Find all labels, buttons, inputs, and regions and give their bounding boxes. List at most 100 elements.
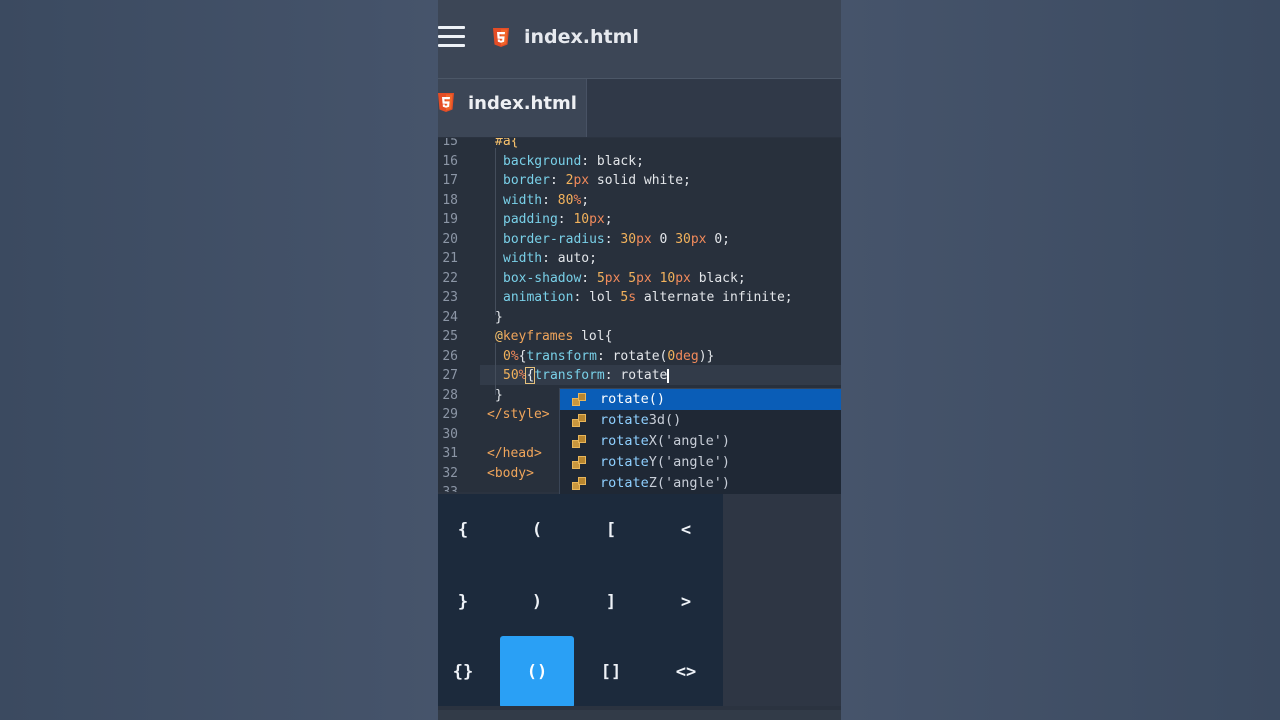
- code-token: deg: [675, 348, 699, 364]
- code-token: padding: [503, 212, 558, 227]
- code-line: 26 0%{transform: rotate(0deg)}: [438, 347, 841, 367]
- code-token: solid white;: [589, 173, 691, 188]
- autocomplete-match: rotate: [600, 412, 649, 428]
- code-token: 30: [675, 231, 691, 247]
- code-token: #a{: [495, 138, 519, 149]
- key-greater-than[interactable]: >: [649, 566, 723, 638]
- code-text: <body>: [487, 464, 534, 484]
- code-text: }: [495, 386, 503, 406]
- autocomplete-rest: Z('angle'): [648, 475, 731, 491]
- code-token: 0;: [706, 231, 730, 247]
- key-brackets-pair[interactable]: []: [574, 636, 648, 708]
- code-token: width: [503, 251, 543, 266]
- code-token: px: [690, 231, 707, 247]
- autocomplete-item[interactable]: rotateX('angle'): [560, 431, 841, 452]
- code-text: width: auto;: [503, 249, 597, 269]
- key-close-bracket[interactable]: ]: [574, 566, 648, 638]
- code-token: px: [636, 231, 652, 247]
- autocomplete-item[interactable]: rotateY('angle'): [560, 452, 841, 473]
- tab-index-html[interactable]: index.html: [438, 79, 587, 137]
- code-text: #a{: [495, 138, 518, 152]
- code-token: 30: [620, 231, 637, 247]
- key-close-paren[interactable]: ): [500, 566, 574, 638]
- code-token: 80: [557, 192, 574, 208]
- key-braces-pair[interactable]: {}: [438, 636, 500, 708]
- code-line: 20 border-radius: 30px 0 30px 0;: [438, 230, 841, 250]
- background-right: [841, 0, 1280, 720]
- code-token: black;: [690, 270, 746, 286]
- line-number: 16: [442, 153, 458, 169]
- key-open-bracket[interactable]: [: [574, 494, 648, 566]
- key-parens-pair[interactable]: (): [500, 636, 574, 708]
- line-number: 22: [442, 270, 458, 286]
- phone-screen: index.html index.html 15 #a{16 background:…: [438, 0, 841, 720]
- autocomplete-match: rotate: [600, 475, 649, 491]
- autocomplete-match: rotate: [600, 391, 649, 407]
- line-number: 29: [442, 407, 458, 422]
- code-token: :: [581, 270, 597, 286]
- code-token: <body>: [487, 465, 534, 481]
- line-number: 25: [442, 329, 458, 344]
- autocomplete-rest: X('angle'): [648, 433, 731, 449]
- key-angles-pair[interactable]: <>: [649, 636, 723, 708]
- tab-bar: index.html: [438, 79, 841, 137]
- code-token: keyframes: [502, 329, 574, 344]
- code-token: alternate infinite;: [636, 290, 793, 305]
- menu-icon[interactable]: [438, 26, 465, 48]
- autocomplete-match: rotate: [600, 433, 649, 449]
- key-less-than[interactable]: <: [649, 494, 723, 566]
- key-open-brace[interactable]: {: [438, 494, 500, 566]
- key-close-brace[interactable]: }: [438, 566, 500, 638]
- line-number: 19: [442, 212, 458, 227]
- autocomplete-label: rotate3d(): [600, 411, 681, 430]
- code-text: 50%{transform: rotate: [503, 366, 670, 386]
- code-token: : black;: [581, 153, 644, 169]
- code-token: :: [604, 231, 621, 247]
- autocomplete-item[interactable]: rotate3d(): [560, 410, 841, 431]
- autocomplete-item[interactable]: rotateZ('angle'): [560, 473, 841, 494]
- code-token: px: [636, 270, 652, 286]
- code-text: }: [495, 308, 503, 328]
- code-token: 5: [628, 270, 637, 286]
- code-token: lol{: [573, 329, 613, 344]
- code-token: px: [573, 173, 590, 188]
- code-line: 24}: [438, 308, 841, 328]
- code-line: 17 border: 2px solid white;: [438, 171, 841, 191]
- code-line: 21 width: auto;: [438, 249, 841, 269]
- background-left: [0, 0, 438, 720]
- key-open-paren[interactable]: (: [500, 494, 574, 566]
- line-number: 23: [442, 290, 458, 305]
- bottom-strip: [438, 706, 841, 720]
- code-text: 0%{transform: rotate(0deg)}: [503, 347, 714, 367]
- code-token: :: [549, 173, 566, 188]
- autocomplete-match: rotate: [600, 454, 649, 470]
- autocomplete-item[interactable]: rotate(): [560, 389, 841, 410]
- code-text: border: 2px solid white;: [503, 171, 691, 191]
- code-token: px: [675, 270, 691, 286]
- code-token: box-shadow: [503, 270, 582, 286]
- code-token: transform: [534, 368, 605, 383]
- code-token: : rotate(: [596, 348, 668, 364]
- code-token: </head>: [487, 446, 542, 461]
- code-token: px: [604, 270, 621, 286]
- code-token: width: [503, 192, 543, 208]
- text-cursor: [667, 368, 670, 383]
- autocomplete-rest: 3d(): [648, 412, 682, 428]
- code-line: 19 padding: 10px;: [438, 210, 841, 230]
- code-token: %: [510, 348, 519, 364]
- line-number: 15: [442, 138, 458, 149]
- line-number: 24: [442, 309, 458, 325]
- line-number: 28: [442, 387, 458, 403]
- code-token: : lol: [573, 290, 621, 305]
- keyboard-side-panel: [723, 494, 841, 706]
- app-bar: index.html: [438, 0, 841, 79]
- line-number: 26: [442, 348, 458, 364]
- code-token: ;: [581, 192, 590, 208]
- code-token: animation: [503, 290, 574, 305]
- code-text: animation: lol 5s alternate infinite;: [503, 288, 793, 308]
- line-number: 20: [442, 231, 458, 247]
- code-line: 15 #a{: [438, 138, 841, 152]
- autocomplete-label: rotateZ('angle'): [600, 474, 730, 493]
- code-token: }: [495, 387, 503, 403]
